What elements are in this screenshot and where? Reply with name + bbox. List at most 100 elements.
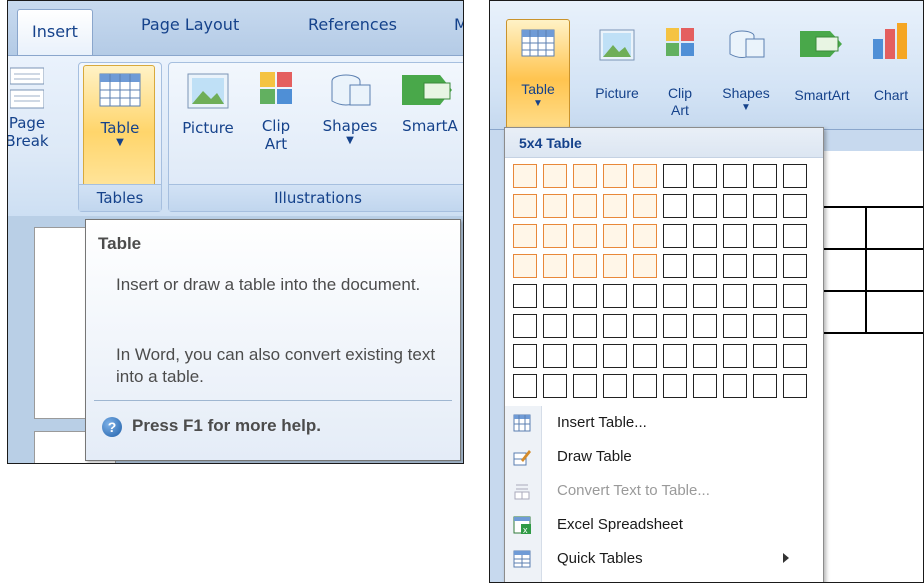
table-size-cell[interactable] xyxy=(783,374,807,398)
table-size-cell[interactable] xyxy=(753,254,777,278)
clip-art-button[interactable]: Clip Art xyxy=(660,27,700,119)
table-size-cell[interactable] xyxy=(543,344,567,368)
table-size-cell[interactable] xyxy=(513,224,537,248)
table-size-cell[interactable] xyxy=(513,164,537,188)
table-size-cell[interactable] xyxy=(783,344,807,368)
chart-button[interactable]: Chart xyxy=(866,21,916,104)
clip-art-button[interactable]: Clip Art xyxy=(251,71,301,153)
table-size-cell[interactable] xyxy=(603,344,627,368)
table-size-cell[interactable] xyxy=(753,194,777,218)
table-size-cell[interactable] xyxy=(753,344,777,368)
table-size-cell[interactable] xyxy=(663,254,687,278)
table-size-cell[interactable] xyxy=(573,344,597,368)
table-size-cell[interactable] xyxy=(693,164,717,188)
table-size-cell[interactable] xyxy=(663,374,687,398)
table-size-cell[interactable] xyxy=(573,224,597,248)
table-size-cell[interactable] xyxy=(723,194,747,218)
table-size-cell[interactable] xyxy=(603,284,627,308)
table-size-cell[interactable] xyxy=(693,344,717,368)
table-size-cell[interactable] xyxy=(603,254,627,278)
tab-page-layout[interactable]: Page Layout xyxy=(141,15,239,34)
table-size-cell[interactable] xyxy=(783,314,807,338)
menu-item-draw-table[interactable]: Draw Table xyxy=(505,440,823,474)
table-size-cell[interactable] xyxy=(723,164,747,188)
table-size-cell[interactable] xyxy=(663,194,687,218)
picture-button[interactable]: Picture xyxy=(586,29,648,102)
table-button[interactable]: Table ▼ xyxy=(508,29,568,110)
table-size-cell[interactable] xyxy=(783,254,807,278)
table-size-cell[interactable] xyxy=(513,374,537,398)
tab-references[interactable]: References xyxy=(308,15,397,34)
table-size-cell[interactable] xyxy=(693,224,717,248)
table-size-cell[interactable] xyxy=(663,284,687,308)
table-size-cell[interactable] xyxy=(753,164,777,188)
table-size-cell[interactable] xyxy=(723,314,747,338)
table-size-cell[interactable] xyxy=(543,164,567,188)
table-size-cell[interactable] xyxy=(573,374,597,398)
table-size-cell[interactable] xyxy=(543,194,567,218)
table-size-cell[interactable] xyxy=(543,284,567,308)
table-size-cell[interactable] xyxy=(663,164,687,188)
table-size-cell[interactable] xyxy=(633,284,657,308)
table-size-cell[interactable] xyxy=(723,344,747,368)
table-size-cell[interactable] xyxy=(663,344,687,368)
picture-button[interactable]: Picture xyxy=(175,73,241,137)
table-size-cell[interactable] xyxy=(753,224,777,248)
tab-mailings[interactable]: M xyxy=(454,15,463,34)
tab-insert[interactable]: Insert xyxy=(17,9,93,55)
table-size-cell[interactable] xyxy=(633,164,657,188)
table-size-cell[interactable] xyxy=(783,224,807,248)
shapes-button[interactable]: Shapes ▼ xyxy=(716,27,776,114)
table-size-cell[interactable] xyxy=(783,194,807,218)
table-size-cell[interactable] xyxy=(633,314,657,338)
menu-item-quick-tables[interactable]: Quick Tables xyxy=(505,542,823,576)
table-size-cell[interactable] xyxy=(723,374,747,398)
table-size-cell[interactable] xyxy=(723,254,747,278)
table-size-cell[interactable] xyxy=(573,284,597,308)
table-size-cell[interactable] xyxy=(603,224,627,248)
smartart-button[interactable]: SmartA xyxy=(395,71,463,135)
menu-item-excel-spreadsheet[interactable]: x Excel Spreadsheet xyxy=(505,508,823,542)
table-size-cell[interactable] xyxy=(633,374,657,398)
table-size-cell[interactable] xyxy=(753,284,777,308)
table-size-cell[interactable] xyxy=(633,224,657,248)
table-button[interactable]: Table ▼ xyxy=(87,73,153,149)
table-size-cell[interactable] xyxy=(513,314,537,338)
table-size-cell[interactable] xyxy=(633,194,657,218)
table-size-cell[interactable] xyxy=(603,164,627,188)
table-size-cell[interactable] xyxy=(513,284,537,308)
table-size-cell[interactable] xyxy=(783,164,807,188)
table-size-cell[interactable] xyxy=(573,164,597,188)
table-size-cell[interactable] xyxy=(753,374,777,398)
table-size-cell[interactable] xyxy=(633,344,657,368)
table-size-cell[interactable] xyxy=(513,254,537,278)
table-size-cell[interactable] xyxy=(573,194,597,218)
page-break-button[interactable]: Page Break xyxy=(8,66,52,150)
table-size-cell[interactable] xyxy=(603,194,627,218)
table-size-cell[interactable] xyxy=(693,314,717,338)
table-size-cell[interactable] xyxy=(573,314,597,338)
table-size-cell[interactable] xyxy=(693,194,717,218)
table-size-cell[interactable] xyxy=(543,254,567,278)
table-size-cell[interactable] xyxy=(663,224,687,248)
table-size-cell[interactable] xyxy=(513,344,537,368)
table-size-cell[interactable] xyxy=(693,374,717,398)
shapes-button[interactable]: Shapes ▼ xyxy=(317,71,383,147)
table-size-cell[interactable] xyxy=(693,284,717,308)
table-size-cell[interactable] xyxy=(663,314,687,338)
menu-item-insert-table[interactable]: Insert Table... xyxy=(505,406,823,440)
table-size-cell[interactable] xyxy=(543,224,567,248)
table-size-cell[interactable] xyxy=(693,254,717,278)
table-size-cell[interactable] xyxy=(723,224,747,248)
table-size-cell[interactable] xyxy=(753,314,777,338)
table-size-cell[interactable] xyxy=(543,374,567,398)
table-size-cell[interactable] xyxy=(543,314,567,338)
table-size-cell[interactable] xyxy=(723,284,747,308)
table-size-cell[interactable] xyxy=(633,254,657,278)
table-size-cell[interactable] xyxy=(603,314,627,338)
smartart-button[interactable]: SmartArt xyxy=(786,27,858,104)
table-size-cell[interactable] xyxy=(783,284,807,308)
table-size-cell[interactable] xyxy=(573,254,597,278)
table-size-cell[interactable] xyxy=(513,194,537,218)
table-size-cell[interactable] xyxy=(603,374,627,398)
